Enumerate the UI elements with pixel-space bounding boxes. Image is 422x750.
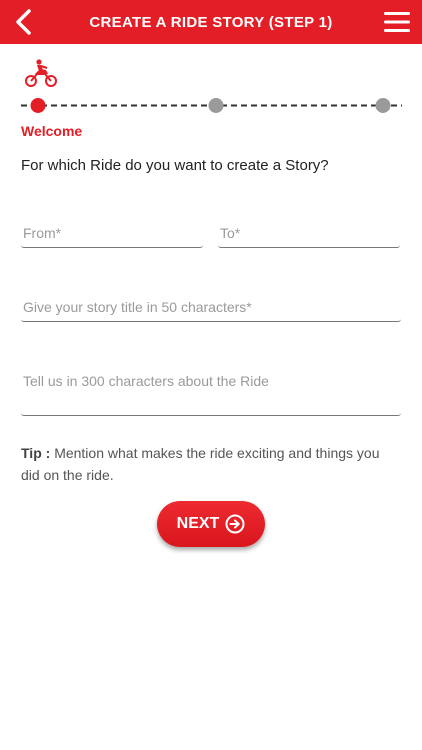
tip-text: Tip : Mention what makes the ride exciti… xyxy=(21,442,401,486)
from-input[interactable] xyxy=(21,218,203,248)
current-step-label: Welcome xyxy=(21,123,83,139)
app-screen: CREATE A RIDE STORY (STEP 1) Welcome For… xyxy=(0,0,422,750)
step-2-dot xyxy=(208,98,224,113)
to-input[interactable] xyxy=(218,218,400,248)
story-title-input[interactable] xyxy=(21,292,401,322)
top-bar: CREATE A RIDE STORY (STEP 1) xyxy=(0,0,422,44)
progress-stepper xyxy=(21,98,402,113)
next-button[interactable]: NEXT xyxy=(157,501,265,547)
page-title: CREATE A RIDE STORY (STEP 1) xyxy=(89,13,333,31)
back-button[interactable] xyxy=(8,6,38,38)
tip-body: Mention what makes the ride exciting and… xyxy=(21,445,380,483)
step-1-dot xyxy=(30,98,46,113)
hamburger-menu-icon xyxy=(384,12,410,32)
tip-label: Tip : xyxy=(21,445,51,461)
arrow-right-circle-icon xyxy=(225,514,245,534)
story-description-input[interactable] xyxy=(21,366,401,416)
chevron-left-icon xyxy=(16,9,31,35)
ride-question: For which Ride do you want to create a S… xyxy=(21,157,329,174)
motorcycle-rider-icon xyxy=(25,59,57,87)
menu-button[interactable] xyxy=(382,8,412,36)
step-3-dot xyxy=(375,98,391,113)
next-button-label: NEXT xyxy=(176,515,220,532)
